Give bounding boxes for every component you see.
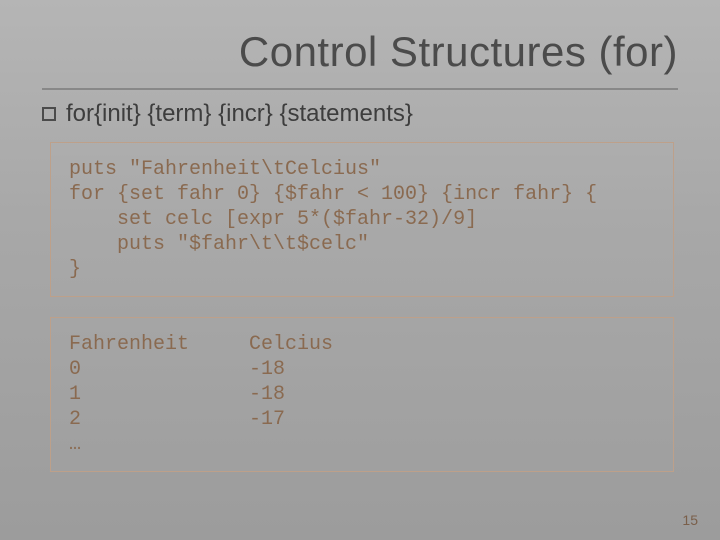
output-cell-f: 0 — [69, 357, 249, 382]
square-bullet-icon — [42, 107, 56, 121]
slide: Control Structures (for) for {init} {ter… — [0, 0, 720, 540]
output-cell-c: -17 — [249, 407, 285, 432]
output-cell-f: 2 — [69, 407, 249, 432]
page-number: 15 — [682, 512, 698, 528]
slide-title: Control Structures (for) — [42, 28, 678, 76]
output-header-row: Fahrenheit Celcius — [69, 332, 655, 357]
output-row: 1 -18 — [69, 382, 655, 407]
code-line-1: puts "Fahrenheit\tCelcius" — [69, 158, 381, 181]
output-cell-f: 1 — [69, 382, 249, 407]
output-header-fahrenheit: Fahrenheit — [69, 332, 249, 357]
output-row: 2 -17 — [69, 407, 655, 432]
output-ellipsis: … — [69, 432, 249, 457]
title-divider — [42, 88, 678, 90]
output-ellipsis-row: … — [69, 432, 655, 457]
syntax-keyword: for — [66, 100, 94, 128]
output-cell-c: -18 — [249, 382, 285, 407]
code-line-3: set celc [expr 5*($fahr-32)/9] — [69, 208, 477, 231]
output-box: Fahrenheit Celcius 0 -18 1 -18 2 -17 … — [50, 317, 674, 472]
syntax-line: for {init} {term} {incr} {statements} — [42, 100, 678, 128]
code-line-5: } — [69, 258, 81, 281]
output-header-celcius: Celcius — [249, 332, 333, 357]
code-box: puts "Fahrenheit\tCelcius" for {set fahr… — [50, 142, 674, 297]
syntax-rest: {init} {term} {incr} {statements} — [94, 100, 413, 128]
code-line-4: puts "$fahr\t\t$celc" — [69, 233, 369, 256]
code-line-2: for {set fahr 0} {$fahr < 100} {incr fah… — [69, 183, 597, 206]
output-row: 0 -18 — [69, 357, 655, 382]
output-cell-c: -18 — [249, 357, 285, 382]
